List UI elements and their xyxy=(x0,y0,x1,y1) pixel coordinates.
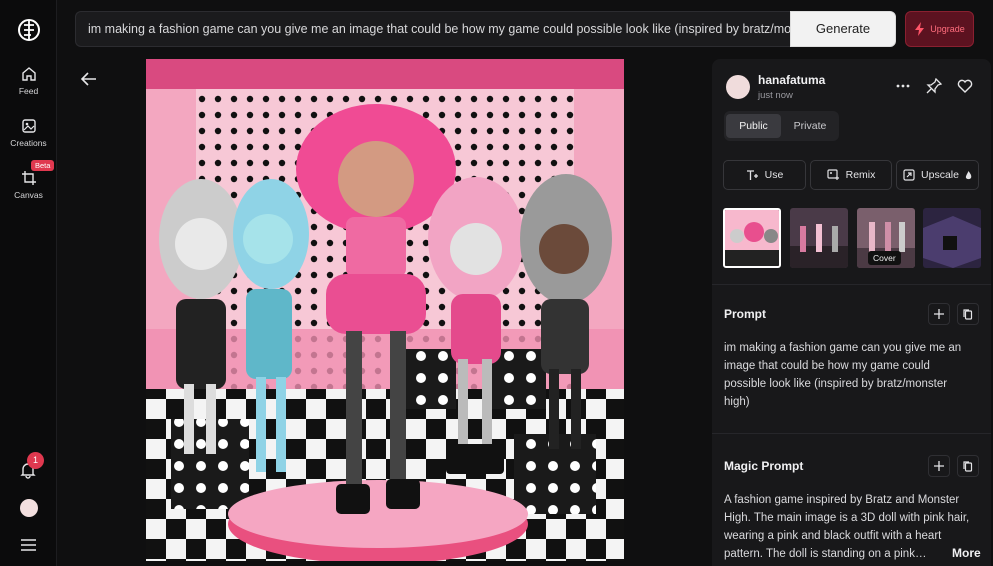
nav-creations-label: Creations xyxy=(10,138,47,148)
hamburger-menu-icon[interactable] xyxy=(20,538,37,552)
user-avatar[interactable] xyxy=(20,499,38,517)
expand-icon xyxy=(903,169,915,181)
notification-count-badge: 1 xyxy=(27,452,44,469)
prompt-section-title: Prompt xyxy=(724,307,766,321)
nav-feed[interactable]: Feed xyxy=(0,66,57,96)
details-panel: hanafatuma just now Public Private Use R… xyxy=(712,59,991,566)
generate-button[interactable]: Generate xyxy=(790,11,896,47)
use-label: Use xyxy=(764,169,784,181)
visibility-toggle: Public Private xyxy=(724,111,839,141)
upgrade-label: Upgrade xyxy=(930,24,965,34)
lightning-icon xyxy=(915,22,925,36)
back-arrow-icon[interactable] xyxy=(80,70,98,88)
prompt-text: im making a fashion game can you give me… xyxy=(724,342,962,408)
copy-magic-prompt-button[interactable] xyxy=(957,455,979,477)
public-option[interactable]: Public xyxy=(726,114,781,138)
section-divider xyxy=(712,284,991,285)
copy-prompt-button[interactable] xyxy=(957,303,979,325)
add-prompt-button[interactable] xyxy=(928,303,950,325)
remix-icon xyxy=(827,169,839,180)
left-nav-rail: Feed Creations Beta Canvas 1 xyxy=(0,0,57,566)
thumbnail-2[interactable] xyxy=(790,208,848,268)
flame-icon xyxy=(965,170,972,179)
add-magic-prompt-button[interactable] xyxy=(928,455,950,477)
nav-canvas[interactable]: Beta Canvas xyxy=(0,160,57,200)
cover-tooltip: Cover xyxy=(868,251,901,265)
magic-prompt-text: A fashion game inspired by Bratz and Mon… xyxy=(724,494,970,560)
image-icon xyxy=(21,119,36,133)
nav-creations[interactable]: Creations xyxy=(0,118,57,148)
private-option[interactable]: Private xyxy=(784,114,836,138)
upgrade-button[interactable]: Upgrade xyxy=(905,11,974,47)
copy-icon xyxy=(963,308,973,320)
upscale-button[interactable]: Upscale xyxy=(896,160,979,190)
upscale-label: Upscale xyxy=(921,169,959,181)
crop-icon xyxy=(21,171,36,185)
generated-image[interactable] xyxy=(146,59,624,561)
nav-feed-label: Feed xyxy=(18,86,39,96)
section-divider xyxy=(712,433,991,434)
magic-prompt-section-title: Magic Prompt xyxy=(724,459,804,473)
prompt-input[interactable]: im making a fashion game can you give me… xyxy=(75,11,791,47)
remix-button[interactable]: Remix xyxy=(810,160,892,190)
plus-icon xyxy=(934,309,944,319)
app-logo-icon[interactable] xyxy=(17,18,41,42)
copy-icon xyxy=(963,460,973,472)
creator-username[interactable]: hanafatuma xyxy=(758,73,825,87)
more-options-icon[interactable] xyxy=(895,78,911,94)
plus-icon xyxy=(934,461,944,471)
remix-label: Remix xyxy=(845,169,876,181)
creator-avatar[interactable] xyxy=(726,75,750,99)
beta-badge: Beta xyxy=(31,160,55,171)
thumbnail-4[interactable] xyxy=(923,208,981,268)
nav-canvas-label: Canvas xyxy=(14,190,43,200)
more-link[interactable]: More xyxy=(952,546,981,560)
thumbnail-1[interactable] xyxy=(723,208,781,268)
use-icon xyxy=(746,170,758,180)
heart-icon[interactable] xyxy=(957,78,973,94)
use-button[interactable]: Use xyxy=(723,160,806,190)
created-time: just now xyxy=(758,90,793,101)
pin-icon[interactable] xyxy=(926,78,942,94)
home-icon xyxy=(21,67,36,81)
